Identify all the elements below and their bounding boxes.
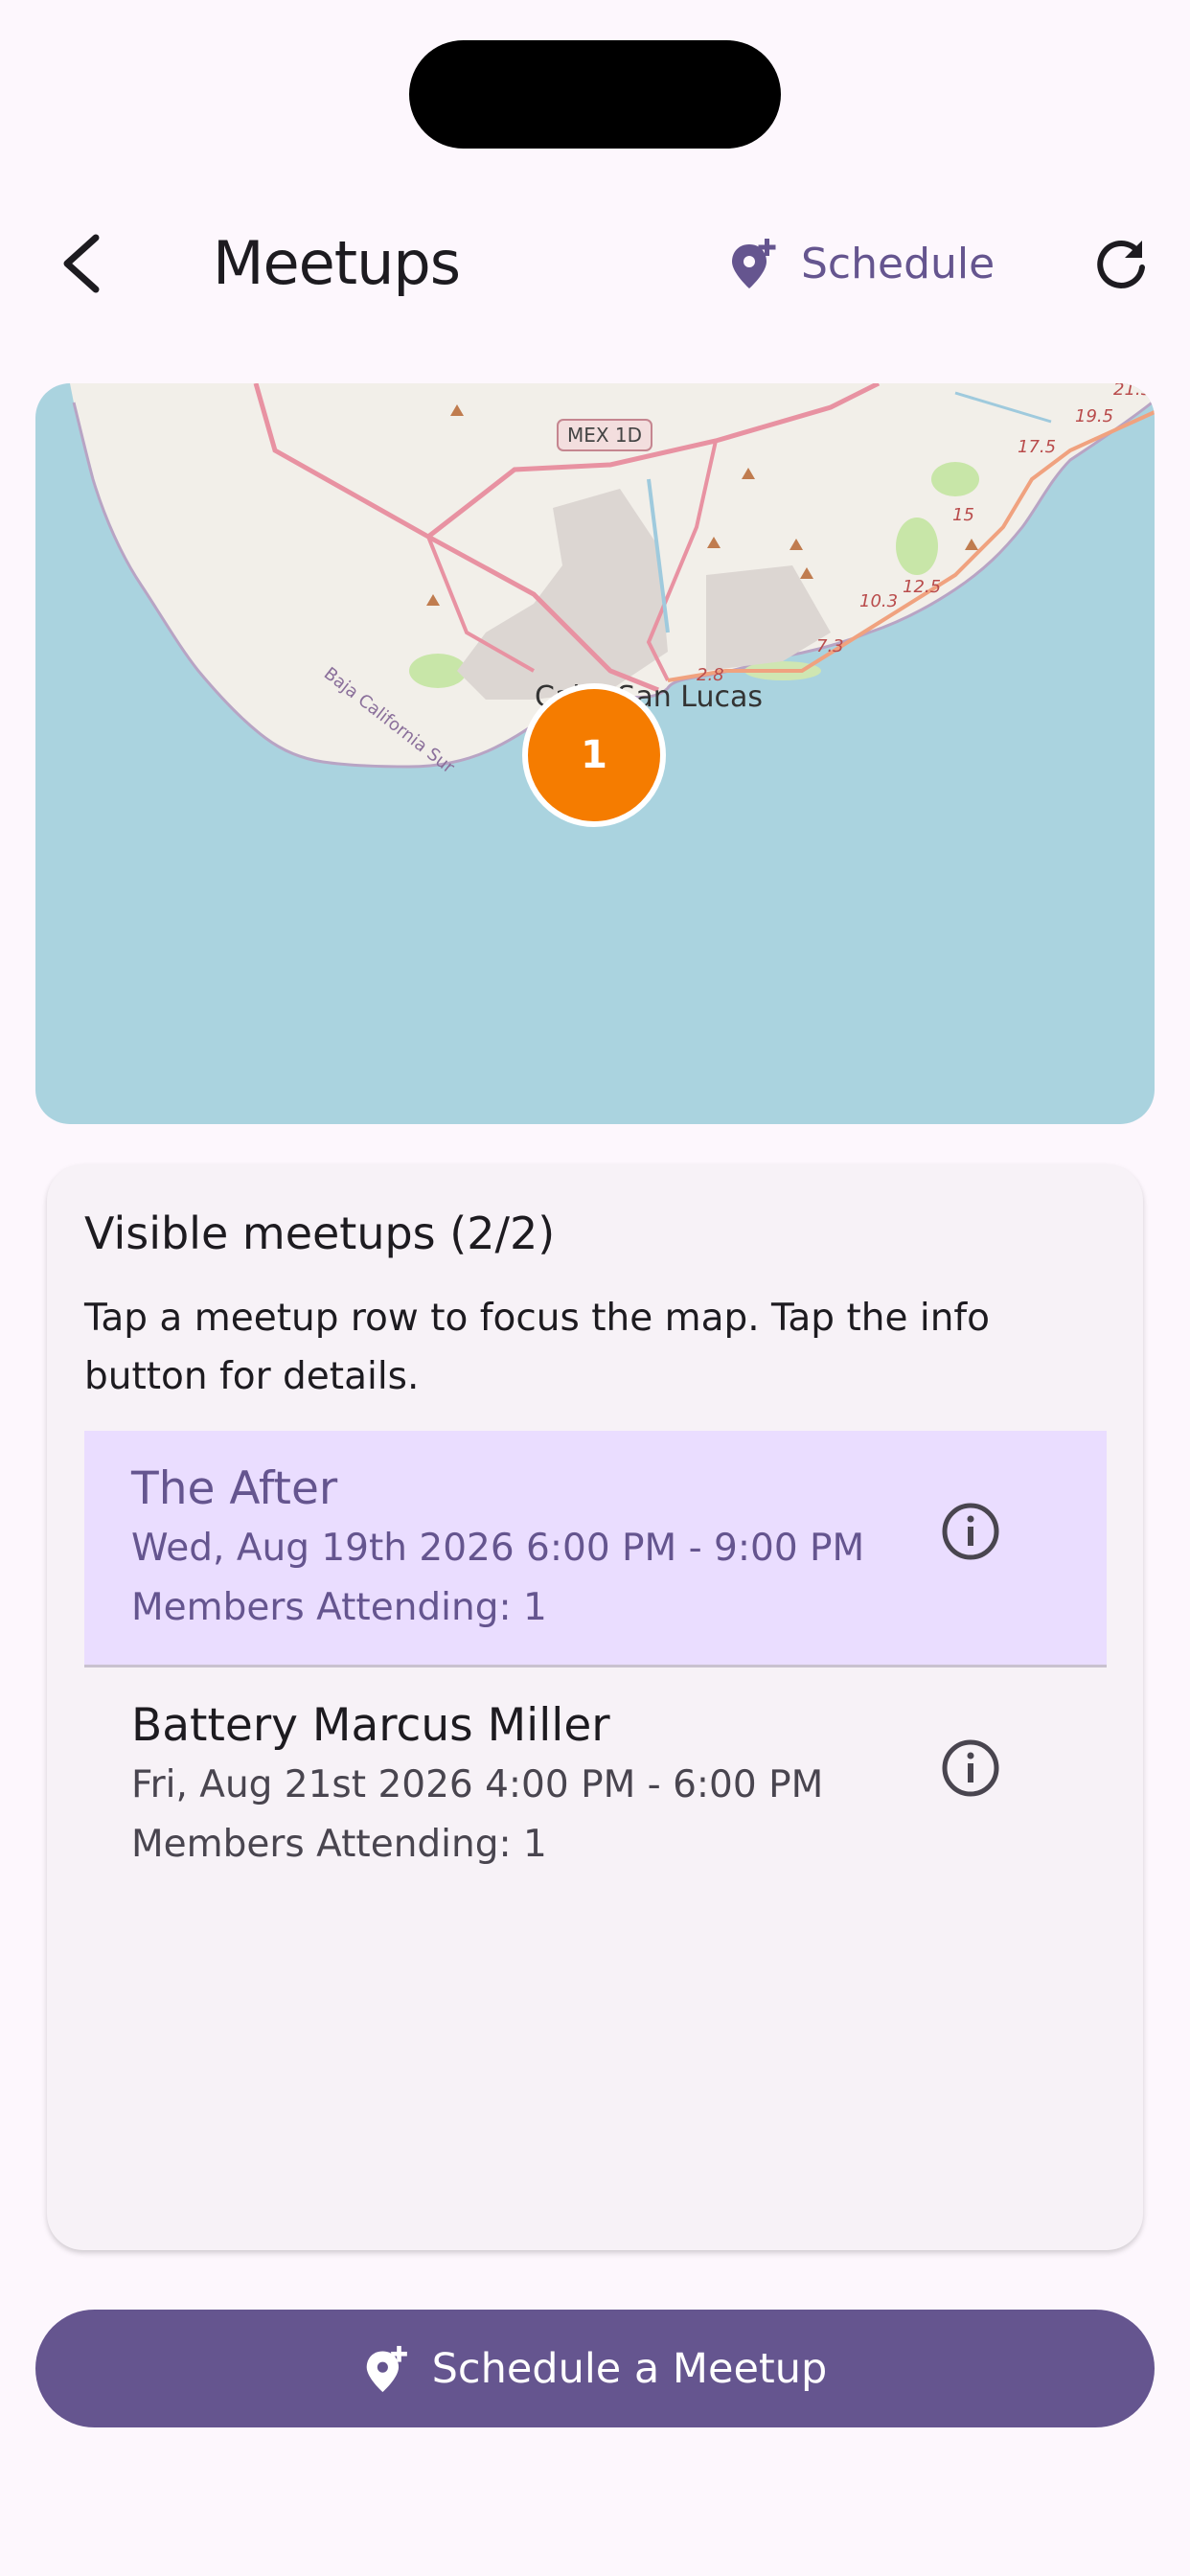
km-marker: 19.5 <box>1075 406 1113 426</box>
info-button[interactable] <box>927 1725 1014 1811</box>
refresh-button[interactable] <box>1078 220 1164 307</box>
meetups-screen: Meetups Schedule MEX 1D Baja California … <box>0 0 1190 2576</box>
schedule-meetup-button[interactable]: Schedule a Meetup <box>35 2310 1155 2427</box>
map-view[interactable]: MEX 1D Baja California Sur Cabo San Luca… <box>35 383 1155 1124</box>
schedule-meetup-label: Schedule a Meetup <box>431 2344 828 2393</box>
meetup-row[interactable]: Battery Marcus Miller Fri, Aug 21st 2026… <box>84 1668 1107 1901</box>
meetup-row[interactable]: The After Wed, Aug 19th 2026 6:00 PM - 9… <box>84 1431 1107 1668</box>
app-bar: Meetups Schedule <box>0 201 1190 335</box>
meetup-attendance: Members Attending: 1 <box>131 1823 547 1866</box>
dynamic-island <box>409 40 781 149</box>
km-marker: 21.5 <box>1113 383 1152 400</box>
km-marker: 10.3 <box>859 591 898 611</box>
page-title: Meetups <box>213 228 461 298</box>
meetup-attendance: Members Attending: 1 <box>131 1586 547 1629</box>
km-marker: 17.5 <box>1018 437 1056 457</box>
schedule-action-label: Schedule <box>801 239 995 288</box>
info-button[interactable] <box>927 1488 1014 1575</box>
add-location-icon <box>732 239 776 288</box>
km-marker: 15 <box>952 505 974 525</box>
schedule-action-button[interactable]: Schedule <box>728 220 1016 307</box>
km-marker: 2.8 <box>697 665 724 685</box>
meetup-time: Fri, Aug 21st 2026 4:00 PM - 6:00 PM <box>131 1763 824 1806</box>
info-icon <box>942 1739 999 1797</box>
map-cluster-marker[interactable]: 1 <box>522 683 666 827</box>
km-marker: 7.3 <box>816 636 844 656</box>
meetup-time: Wed, Aug 19th 2026 6:00 PM - 9:00 PM <box>131 1527 865 1570</box>
add-location-icon <box>366 2345 407 2392</box>
card-title: Visible meetups (2/2) <box>84 1208 556 1259</box>
info-icon <box>942 1503 999 1560</box>
visible-meetups-card: Visible meetups (2/2) Tap a meetup row t… <box>47 1164 1143 2250</box>
back-arrow-icon <box>63 234 100 293</box>
card-subtitle: Tap a meetup row to focus the map. Tap t… <box>84 1297 991 1398</box>
refresh-icon <box>1097 241 1145 288</box>
meetup-list: The After Wed, Aug 19th 2026 6:00 PM - 9… <box>84 1431 1107 1901</box>
km-marker: 12.5 <box>903 577 941 597</box>
back-button[interactable] <box>38 220 125 307</box>
highway-label: MEX 1D <box>567 424 642 447</box>
